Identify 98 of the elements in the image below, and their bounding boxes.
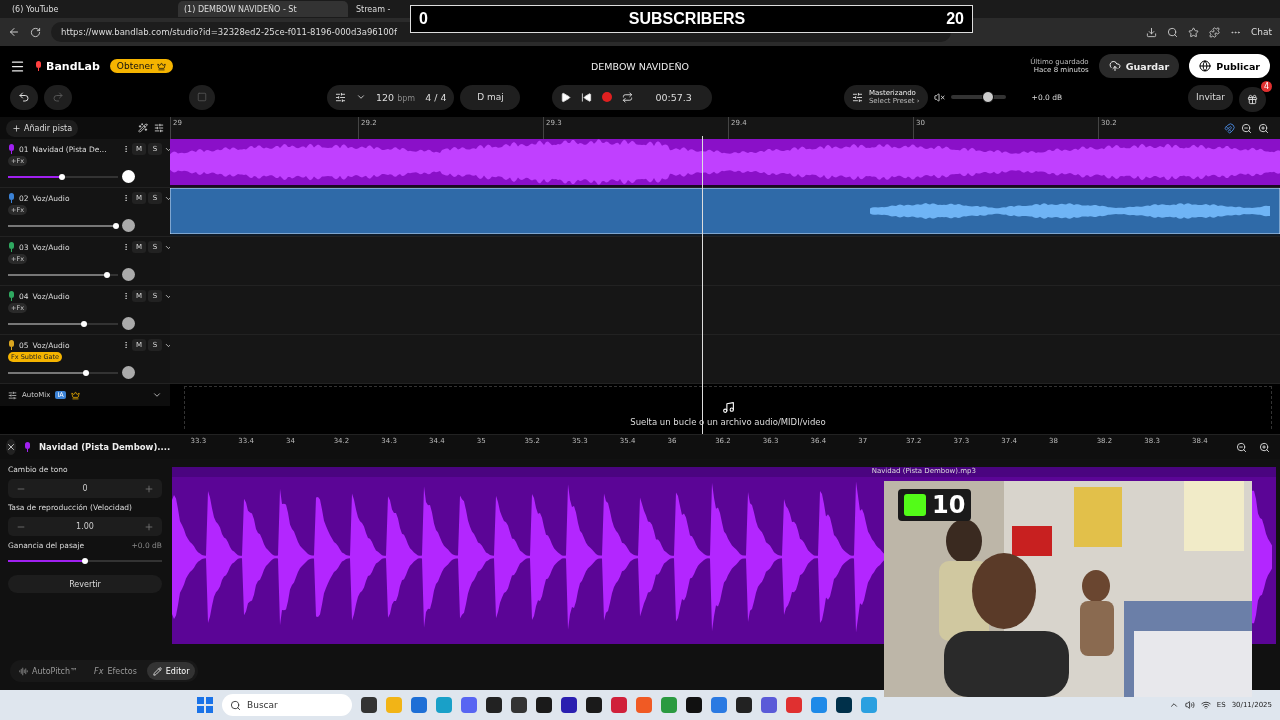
- pan-knob[interactable]: [122, 366, 135, 379]
- zoom-in-icon[interactable]: [1258, 122, 1269, 134]
- back-icon[interactable]: [8, 26, 20, 38]
- mic-icon: [24, 442, 31, 452]
- more-icon[interactable]: [122, 243, 130, 251]
- pan-knob[interactable]: [122, 219, 135, 232]
- project-title: DEMBOW NAVIDEÑO: [591, 60, 689, 72]
- editor-tab[interactable]: Fx Efectos: [88, 662, 143, 680]
- tray-caret-icon[interactable]: [1168, 700, 1179, 710]
- app-icon[interactable]: [511, 697, 527, 713]
- undo-icon: [18, 91, 30, 103]
- globe-icon: [1199, 60, 1212, 72]
- app-icon[interactable]: [836, 697, 852, 713]
- volume-slider[interactable]: [8, 371, 118, 374]
- wifi-icon[interactable]: [1200, 700, 1211, 710]
- music-note-icon: [721, 401, 735, 414]
- wave-icon: [19, 666, 28, 676]
- notification-count: 4: [1260, 80, 1272, 92]
- search-icon[interactable]: [1166, 26, 1178, 38]
- publish-button[interactable]: Publicar: [1189, 54, 1270, 78]
- close-button[interactable]: [6, 439, 16, 455]
- app-icon[interactable]: [686, 697, 702, 713]
- wand-icon[interactable]: [138, 123, 148, 133]
- chat-button[interactable]: Chat: [1250, 27, 1272, 37]
- undo-button[interactable]: [10, 84, 38, 110]
- volume-slider[interactable]: [8, 273, 118, 276]
- record-icon[interactable]: [602, 92, 613, 102]
- counter-label: SUBSCRIBERS: [628, 10, 746, 28]
- reload-icon[interactable]: [30, 26, 41, 38]
- counter-value: 0: [419, 10, 428, 28]
- more-icon[interactable]: [122, 341, 130, 349]
- app-icon[interactable]: [536, 697, 552, 713]
- speaker-icon[interactable]: [1184, 700, 1195, 710]
- invite-button[interactable]: Invitar: [1188, 84, 1233, 110]
- search-icon: [230, 699, 241, 711]
- editor-tab[interactable]: Editor: [146, 662, 196, 680]
- volume-slider[interactable]: [8, 175, 118, 178]
- browser-tab[interactable]: Stream -: [350, 1, 406, 17]
- browser-tab[interactable]: (6) YouTube: [6, 1, 176, 17]
- caret-icon[interactable]: [152, 390, 162, 400]
- play-icon[interactable]: [560, 91, 572, 103]
- more-icon[interactable]: [122, 194, 130, 202]
- download-icon[interactable]: [1145, 26, 1157, 38]
- revert-button[interactable]: Revertir: [8, 575, 162, 593]
- rate-value[interactable]: 1.00: [76, 522, 94, 531]
- cloud-upload-icon: [1108, 60, 1121, 72]
- app-icon[interactable]: [486, 697, 502, 713]
- loop-icon[interactable]: [622, 91, 634, 103]
- tempo-value[interactable]: 120 bpm: [376, 91, 416, 103]
- browser-tab[interactable]: (1) DEMBOW NAVIDEÑO - St: [178, 1, 348, 17]
- get-badge[interactable]: Obtener: [109, 59, 173, 73]
- taskbar-search[interactable]: Buscar: [222, 694, 352, 716]
- pencil-icon: [152, 666, 162, 676]
- start-icon[interactable]: [197, 697, 213, 713]
- crown-icon: [156, 61, 166, 71]
- extensions-icon[interactable]: [1208, 26, 1220, 38]
- counter-goal: 20: [946, 10, 964, 28]
- editor-track-name: Navidad (Pista Dembow)....: [39, 442, 171, 452]
- pan-knob[interactable]: [122, 268, 135, 281]
- zoom-out-icon[interactable]: [1236, 441, 1247, 453]
- magnet-icon[interactable]: [1224, 122, 1235, 134]
- app-icon[interactable]: [736, 697, 752, 713]
- key-button[interactable]: D maj: [460, 84, 521, 110]
- gift-button[interactable]: [1239, 86, 1266, 112]
- sliders-icon: [8, 390, 17, 400]
- time-signature[interactable]: 4 / 4: [425, 91, 447, 103]
- app-icon[interactable]: [561, 697, 577, 713]
- viewer-count: 10: [932, 491, 966, 519]
- menu-icon[interactable]: [10, 58, 25, 74]
- mic-icon: [35, 61, 42, 71]
- volume-slider[interactable]: [8, 224, 118, 227]
- gift-icon: [1247, 93, 1258, 105]
- zoom-in-icon[interactable]: [1259, 441, 1270, 453]
- sliders-icon: [851, 91, 863, 103]
- plus-icon: [12, 123, 21, 133]
- zoom-out-icon[interactable]: [1241, 122, 1252, 134]
- mute-icon[interactable]: [933, 91, 945, 103]
- square-icon: [197, 92, 207, 102]
- time-display: 00:57.3: [654, 91, 693, 103]
- pitch-value[interactable]: 0: [82, 484, 88, 493]
- redo-icon: [52, 91, 64, 103]
- crown-icon: [70, 390, 80, 400]
- save-button[interactable]: Guardar: [1098, 54, 1180, 78]
- sliders-icon[interactable]: [154, 123, 164, 133]
- close-icon: [6, 442, 16, 452]
- star-icon[interactable]: [1187, 26, 1199, 38]
- pan-knob[interactable]: [122, 170, 135, 183]
- editor-tab[interactable]: AutoPitch™: [13, 662, 85, 680]
- pan-knob[interactable]: [122, 317, 135, 330]
- caret-icon[interactable]: [356, 92, 366, 102]
- more-icon[interactable]: [122, 292, 130, 300]
- volume-slider[interactable]: [8, 322, 118, 325]
- app-icon[interactable]: [586, 697, 602, 713]
- app-icon[interactable]: [361, 697, 377, 713]
- add-track-button[interactable]: Añadir pista: [6, 119, 79, 137]
- more-icon[interactable]: [122, 145, 130, 153]
- rewind-icon[interactable]: [581, 91, 593, 103]
- logo[interactable]: BandLab: [46, 59, 100, 73]
